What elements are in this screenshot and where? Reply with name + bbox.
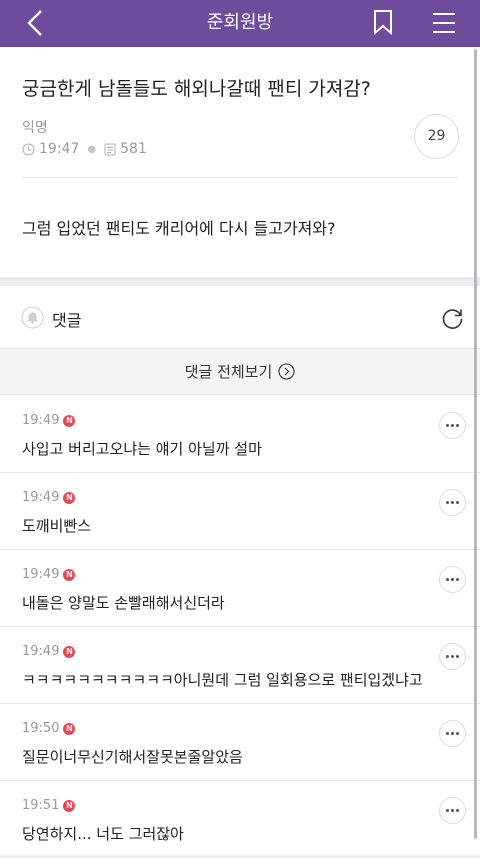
comment-text: 사입고 버리고오냐는 얘기 아닐까 설마 [22, 440, 262, 458]
more-options-icon[interactable] [439, 489, 466, 516]
post-author: 익명 [22, 120, 48, 136]
new-badge: N [63, 722, 76, 735]
comment-item: 19:49 N ㅋㅋㅋㅋㅋㅋㅋㅋㅋㅋㅋ아니뭔데 그럼 일회용으로 팬티입겠냐고 [0, 627, 480, 704]
more-options-icon[interactable] [439, 720, 466, 747]
new-badge: N [63, 799, 76, 812]
chevron-circle-right-icon [278, 363, 295, 380]
top-bar: 준회원방 [0, 0, 480, 47]
comment-time: 19:49 [22, 413, 60, 428]
menu-icon[interactable] [432, 12, 456, 34]
comment-text: 질문이너무신기해서잘못본줄알았음 [22, 748, 243, 766]
post-views: 581 [120, 141, 147, 157]
comment-item: 19:50 N 질문이너무신기해서잘못본줄알았음 [0, 704, 480, 781]
comment-text: 당연하지... 너도 그러잖아 [22, 825, 184, 843]
post-meta: 19:47 ● 581 [22, 139, 147, 159]
new-badge: N [63, 491, 76, 504]
comments-label: 댓글 [52, 311, 82, 330]
more-options-icon[interactable] [439, 412, 466, 439]
comment-item: 19:49 N 내돌은 양말도 손빨래해서신더라 [0, 550, 480, 627]
comment-text: 내돌은 양말도 손빨래해서신더라 [22, 594, 225, 612]
new-badge: N [63, 568, 76, 581]
comment-text: ㅋㅋㅋㅋㅋㅋㅋㅋㅋㅋㅋ아니뭔데 그럼 일회용으로 팬티입겠냐고 [22, 671, 423, 689]
comment-time: 19:49 [22, 644, 60, 659]
new-badge: N [63, 414, 76, 427]
comment-item: 19:49 N 도깨비빤스 [0, 473, 480, 550]
post-time: 19:47 [39, 141, 80, 157]
post-title: 궁금한게 남돌들도 해외나갈때 팬티 가져감? [22, 78, 371, 100]
views-icon [104, 143, 116, 155]
more-options-icon[interactable] [439, 566, 466, 593]
scrollbar[interactable] [474, 49, 477, 839]
view-all-comments-button[interactable]: 댓글 전체보기 [0, 348, 480, 395]
comment-text: 도깨비빤스 [22, 517, 92, 535]
bell-icon[interactable] [21, 306, 44, 329]
comment-time: 19:49 [22, 490, 60, 505]
refresh-icon[interactable] [440, 306, 465, 331]
comment-item: 19:51 N 당연하지... 너도 그러잖아 [0, 781, 480, 858]
comment-time: 19:51 [22, 798, 60, 813]
more-options-icon[interactable] [439, 797, 466, 824]
comment-item: 19:49 N 사입고 버리고오냐는 얘기 아닐까 설마 [0, 396, 480, 473]
bookmark-icon[interactable] [372, 9, 394, 35]
post-body: 그럼 입었던 팬티도 캐리어에 다시 들고가져와? [22, 219, 336, 238]
board-title: 준회원방 [206, 12, 274, 33]
more-options-icon[interactable] [439, 643, 466, 670]
section-separator [0, 277, 480, 286]
post-divider [22, 177, 458, 178]
comments-header: 댓글 [0, 286, 480, 348]
new-badge: N [63, 645, 76, 658]
comment-count-badge[interactable]: 29 [414, 114, 459, 159]
comment-time: 19:50 [22, 721, 60, 736]
view-all-label: 댓글 전체보기 [184, 363, 273, 381]
comment-time: 19:49 [22, 567, 60, 582]
clock-icon [22, 143, 35, 155]
meta-separator: ● [87, 143, 97, 155]
